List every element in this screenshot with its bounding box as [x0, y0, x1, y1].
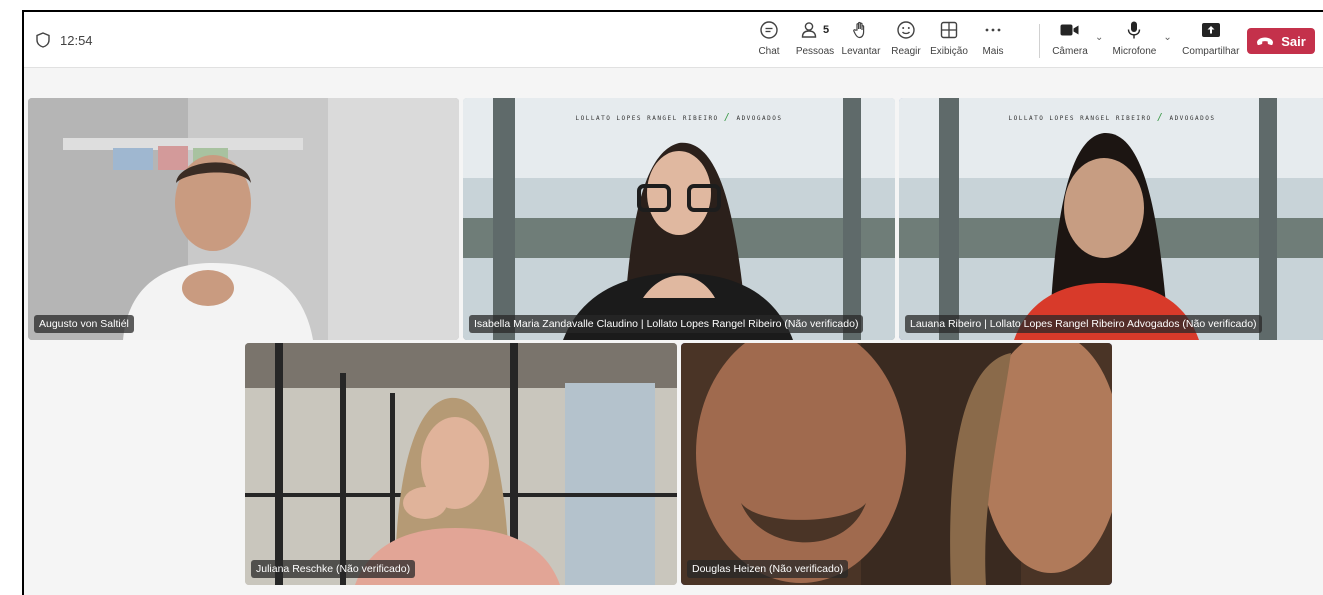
video-tile-douglas[interactable]: Douglas Heizen (Não verificado) [681, 343, 1112, 585]
grid-icon [940, 21, 958, 39]
more-button[interactable]: Mais [979, 18, 1007, 64]
participant-name: Isabella Maria Zandavalle Claudino | Lol… [469, 315, 864, 333]
participant-name: Juliana Reschke (Não verificado) [251, 560, 416, 578]
video-gallery: Augusto von Saltiél LOLLATO LOPES RANGEL… [24, 69, 1323, 595]
participant-video [681, 343, 1112, 585]
meeting-toolbar: 12:54 Chat 5 Pessoas Levantar Reagir Exi… [24, 12, 1323, 68]
people-button[interactable]: 5 Pessoas [790, 18, 840, 64]
video-tile-lauana[interactable]: LOLLATO LOPES RANGEL RIBEIRO / ADVOGADOS… [899, 98, 1323, 340]
raise-hand-label: Levantar [841, 46, 881, 57]
participant-video [463, 98, 895, 340]
camera-label: Câmera [1052, 46, 1088, 57]
more-icon [985, 28, 1001, 32]
share-icon [1201, 23, 1220, 37]
microphone-options-chevron-down-icon[interactable]: ⌄ [1163, 32, 1171, 43]
share-button[interactable]: Compartilhar [1180, 18, 1242, 64]
share-label: Compartilhar [1182, 46, 1240, 57]
participant-video [245, 343, 677, 585]
more-label: Mais [982, 46, 1004, 57]
react-button[interactable]: Reagir [889, 18, 923, 64]
leave-button[interactable]: Sair [1247, 28, 1315, 54]
phone-icon [1257, 37, 1274, 46]
smile-icon [897, 21, 915, 39]
microphone-label: Microfone [1112, 46, 1157, 57]
participant-video [28, 98, 459, 340]
react-label: Reagir [891, 46, 921, 57]
participant-name: Douglas Heizen (Não verificado) [687, 560, 849, 578]
participant-video [899, 98, 1323, 340]
toolbar-divider [1039, 24, 1040, 58]
hand-icon [853, 21, 865, 39]
chat-icon [760, 21, 778, 39]
mic-icon [1128, 21, 1141, 39]
background-logo: LOLLATO LOPES RANGEL RIBEIRO / ADVOGADOS [575, 112, 783, 123]
camera-icon [1060, 24, 1079, 36]
participant-name: Augusto von Saltiél [34, 315, 134, 333]
shield-icon [36, 32, 50, 48]
video-tile-isabella[interactable]: LOLLATO LOPES RANGEL RIBEIRO / ADVOGADOS… [463, 98, 895, 340]
camera-options-chevron-down-icon[interactable]: ⌄ [1095, 32, 1103, 43]
people-icon [801, 22, 817, 38]
video-tile-augusto[interactable]: Augusto von Saltiél [28, 98, 459, 340]
chat-label: Chat [758, 46, 780, 57]
toolbar-left-group: Chat 5 Pessoas Levantar Reagir Exibição … [752, 18, 1007, 64]
toolbar-media-group[interactable]: Câmera ⌄ Microfone ⌄ Compartilhar [1049, 18, 1242, 64]
view-label: Exibição [930, 46, 968, 57]
elapsed-time: 12:54 [60, 32, 93, 48]
participant-name: Lauana Ribeiro | Lollato Lopes Rangel Ri… [905, 315, 1262, 333]
raise-hand-button[interactable]: Levantar [840, 18, 882, 64]
video-tile-juliana[interactable]: Juliana Reschke (Não verificado) [245, 343, 677, 585]
people-count: 5 [822, 24, 830, 36]
background-logo: LOLLATO LOPES RANGEL RIBEIRO / ADVOGADOS [1008, 112, 1216, 123]
meeting-window: 12:54 Chat 5 Pessoas Levantar Reagir Exi… [22, 10, 1323, 595]
leave-label: Sair [1281, 33, 1306, 49]
microphone-button[interactable]: Microfone [1109, 18, 1159, 64]
camera-button[interactable]: Câmera [1049, 18, 1091, 64]
chat-button[interactable]: Chat [752, 18, 786, 64]
meeting-timer: 12:54 [36, 32, 93, 48]
view-button[interactable]: Exibição [929, 18, 969, 64]
people-label: Pessoas [795, 46, 835, 57]
